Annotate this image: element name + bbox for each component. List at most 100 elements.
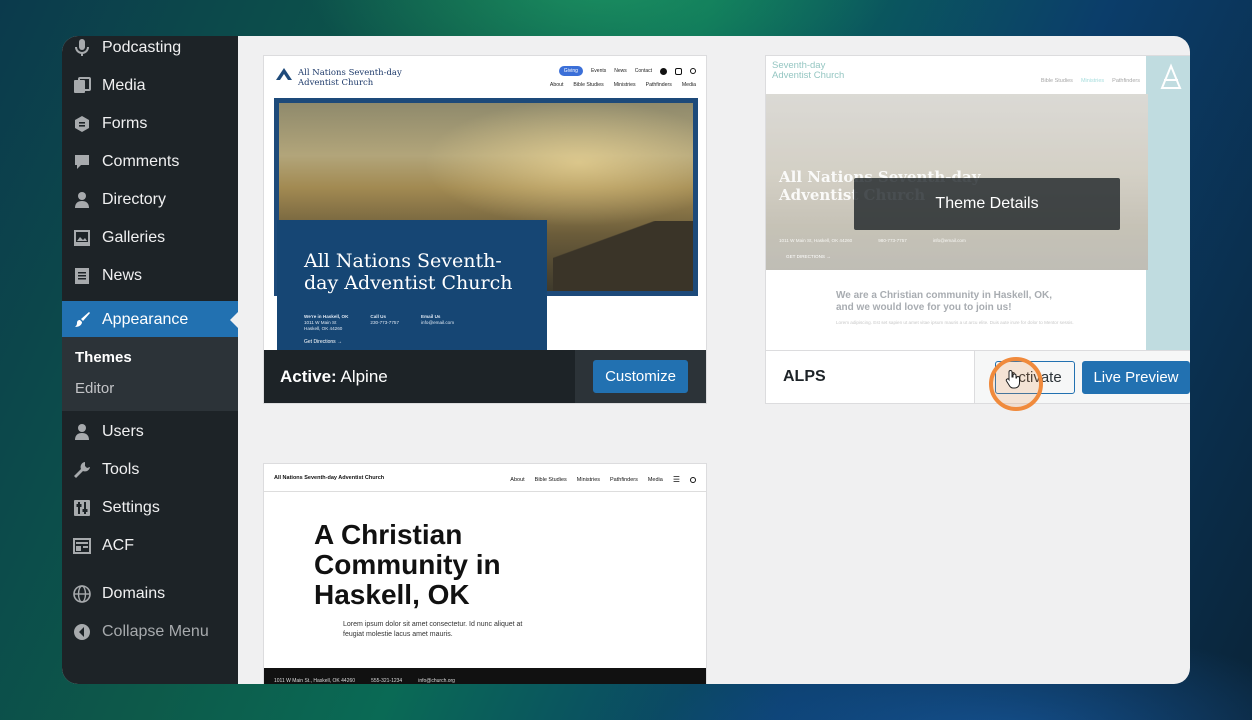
submenu-item-editor[interactable]: Editor (62, 373, 238, 404)
nav-link[interactable]: Events (591, 68, 606, 74)
nav-link[interactable]: Pathfinders (646, 82, 672, 88)
menu-label: Galleries (102, 229, 166, 246)
footer-bar: 1011 W Main St., Haskell, OK 44260 555-3… (264, 668, 706, 684)
hero-text: feugiat molestie lacus amet mauris. (343, 631, 453, 638)
collapse-arrow-icon (72, 622, 92, 642)
theme-actions-bar: ALPS Activate Live Preview (766, 350, 1190, 403)
menu-label: Comments (102, 153, 180, 170)
acf-icon (72, 536, 92, 556)
nav-link[interactable]: Media (648, 477, 663, 483)
menu-item-tools[interactable]: Tools (62, 451, 238, 489)
document-icon (72, 266, 92, 286)
globe-icon (72, 584, 92, 604)
menu-label: Appearance (102, 311, 189, 328)
theme-details-overlay[interactable]: Theme Details (854, 178, 1120, 230)
info-email: Email Us info@email.com (421, 314, 455, 325)
theme-actions-bar: Active: Alpine Customize (264, 350, 706, 403)
comment-icon (72, 152, 92, 172)
theme-card-alpine[interactable]: All Nations Seventh-day Adventist Church… (263, 55, 707, 404)
theme-screenshot: Seventh-day Adventist Church Bible Studi… (766, 56, 1190, 352)
hero-heading: Community in (314, 549, 501, 580)
nav-link[interactable]: Media (682, 82, 696, 88)
hero-heading: Haskell, OK (314, 579, 470, 610)
wrench-icon (72, 460, 92, 480)
menu-label: Tools (102, 461, 140, 478)
info-address: We're in Haskell, OK 1011 W Main St Haskel… (304, 314, 349, 331)
directions-link[interactable]: Get Directions → (304, 339, 342, 345)
menu-item-news[interactable]: News (62, 257, 238, 295)
menu-label: Users (102, 423, 144, 440)
menu-label: News (102, 267, 143, 284)
gallery-icon (72, 228, 92, 248)
facebook-icon[interactable] (660, 67, 667, 75)
menu-item-domains[interactable]: Domains (62, 575, 238, 613)
hero-heading: A Christian (314, 519, 463, 550)
forms-icon (72, 114, 92, 134)
settings-icon (72, 498, 92, 518)
nav-link[interactable]: Contact (635, 68, 652, 74)
menu-label: Directory (102, 191, 167, 208)
menu-label: Domains (102, 585, 166, 602)
site-name: All Nations Seventh-day Adventist Church (274, 475, 385, 481)
media-icon (72, 76, 92, 96)
giving-pill[interactable]: Giving (558, 66, 583, 76)
submenu-item-themes[interactable]: Themes (62, 342, 238, 373)
menu-label: ACF (102, 537, 134, 554)
customize-button[interactable]: Customize (593, 360, 688, 393)
nav-link[interactable]: Bible Studies (535, 477, 567, 483)
footer-email: info@church.org (418, 678, 455, 684)
hero-title: All Nations Seventh- (304, 250, 502, 272)
nav-link[interactable]: Ministries (577, 477, 600, 483)
menu-item-podcasting[interactable]: Podcasting (62, 36, 238, 67)
menu-item-forms[interactable]: Forms (62, 105, 238, 143)
site-name: Adventist Church (298, 77, 374, 88)
menu-item-appearance[interactable]: Appearance (62, 301, 238, 339)
menu-item-media[interactable]: Media (62, 67, 238, 105)
footer-address: 1011 W Main St., Haskell, OK 44260 (274, 678, 356, 684)
theme-screenshot: All Nations Seventh-day Adventist Church… (264, 464, 706, 684)
nav-link[interactable]: About (510, 477, 524, 483)
admin-menu: Podcasting Media Forms Comments Director… (62, 36, 238, 339)
admin-sidebar: Podcasting Media Forms Comments Director… (62, 36, 238, 684)
theme-screenshot: All Nations Seventh-day Adventist Church… (264, 56, 706, 352)
paintbrush-icon (72, 310, 92, 330)
theme-card-alps[interactable]: Seventh-day Adventist Church Bible Studi… (765, 55, 1190, 404)
nav-link[interactable]: Pathfinders (610, 477, 638, 483)
hamburger-menu-icon[interactable]: ☰ (673, 475, 680, 484)
hero-title: day Adventist Church (304, 272, 513, 294)
appearance-submenu: Themes Editor (62, 337, 238, 411)
nav-link[interactable]: News (614, 68, 627, 74)
menu-label: Settings (102, 499, 160, 516)
microphone-icon (72, 38, 92, 58)
hero-text: Lorem ipsum dolor sit amet consectetur. … (343, 621, 523, 628)
nav-link[interactable]: Ministries (614, 82, 636, 88)
menu-label: Forms (102, 115, 148, 132)
admin-menu-bottom: Users Tools Settings ACF Domains Collaps… (62, 413, 238, 651)
footer-phone: 555-321-1234 (371, 678, 403, 684)
collapse-menu-button[interactable]: Collapse Menu (62, 613, 238, 651)
menu-item-galleries[interactable]: Galleries (62, 219, 238, 257)
wordpress-admin-window: Podcasting Media Forms Comments Director… (62, 36, 1190, 684)
hero-panel: All Nations Seventh- day Adventist Churc… (277, 220, 547, 352)
menu-item-acf[interactable]: ACF (62, 527, 238, 565)
live-preview-button[interactable]: Live Preview (1082, 360, 1190, 394)
user-icon (72, 422, 92, 442)
info-phone: Call Us 230-773-7757 (370, 314, 400, 325)
menu-label: Podcasting (102, 39, 182, 56)
menu-item-users[interactable]: Users (62, 413, 238, 451)
themes-grid: All Nations Seventh-day Adventist Church… (238, 36, 1190, 684)
church-logo-icon (274, 66, 294, 89)
search-icon[interactable] (690, 476, 696, 483)
theme-name: ALPS (783, 368, 826, 385)
menu-label: Media (102, 77, 146, 94)
theme-card-third[interactable]: All Nations Seventh-day Adventist Church… (263, 463, 707, 684)
user-icon (72, 190, 92, 210)
search-icon[interactable] (690, 68, 696, 74)
menu-item-comments[interactable]: Comments (62, 143, 238, 181)
menu-item-settings[interactable]: Settings (62, 489, 238, 527)
site-name: All Nations Seventh-day (298, 67, 402, 78)
nav-link[interactable]: Bible Studies (573, 82, 603, 88)
menu-item-directory[interactable]: Directory (62, 181, 238, 219)
instagram-icon[interactable] (675, 67, 682, 75)
nav-link[interactable]: About (550, 82, 564, 88)
